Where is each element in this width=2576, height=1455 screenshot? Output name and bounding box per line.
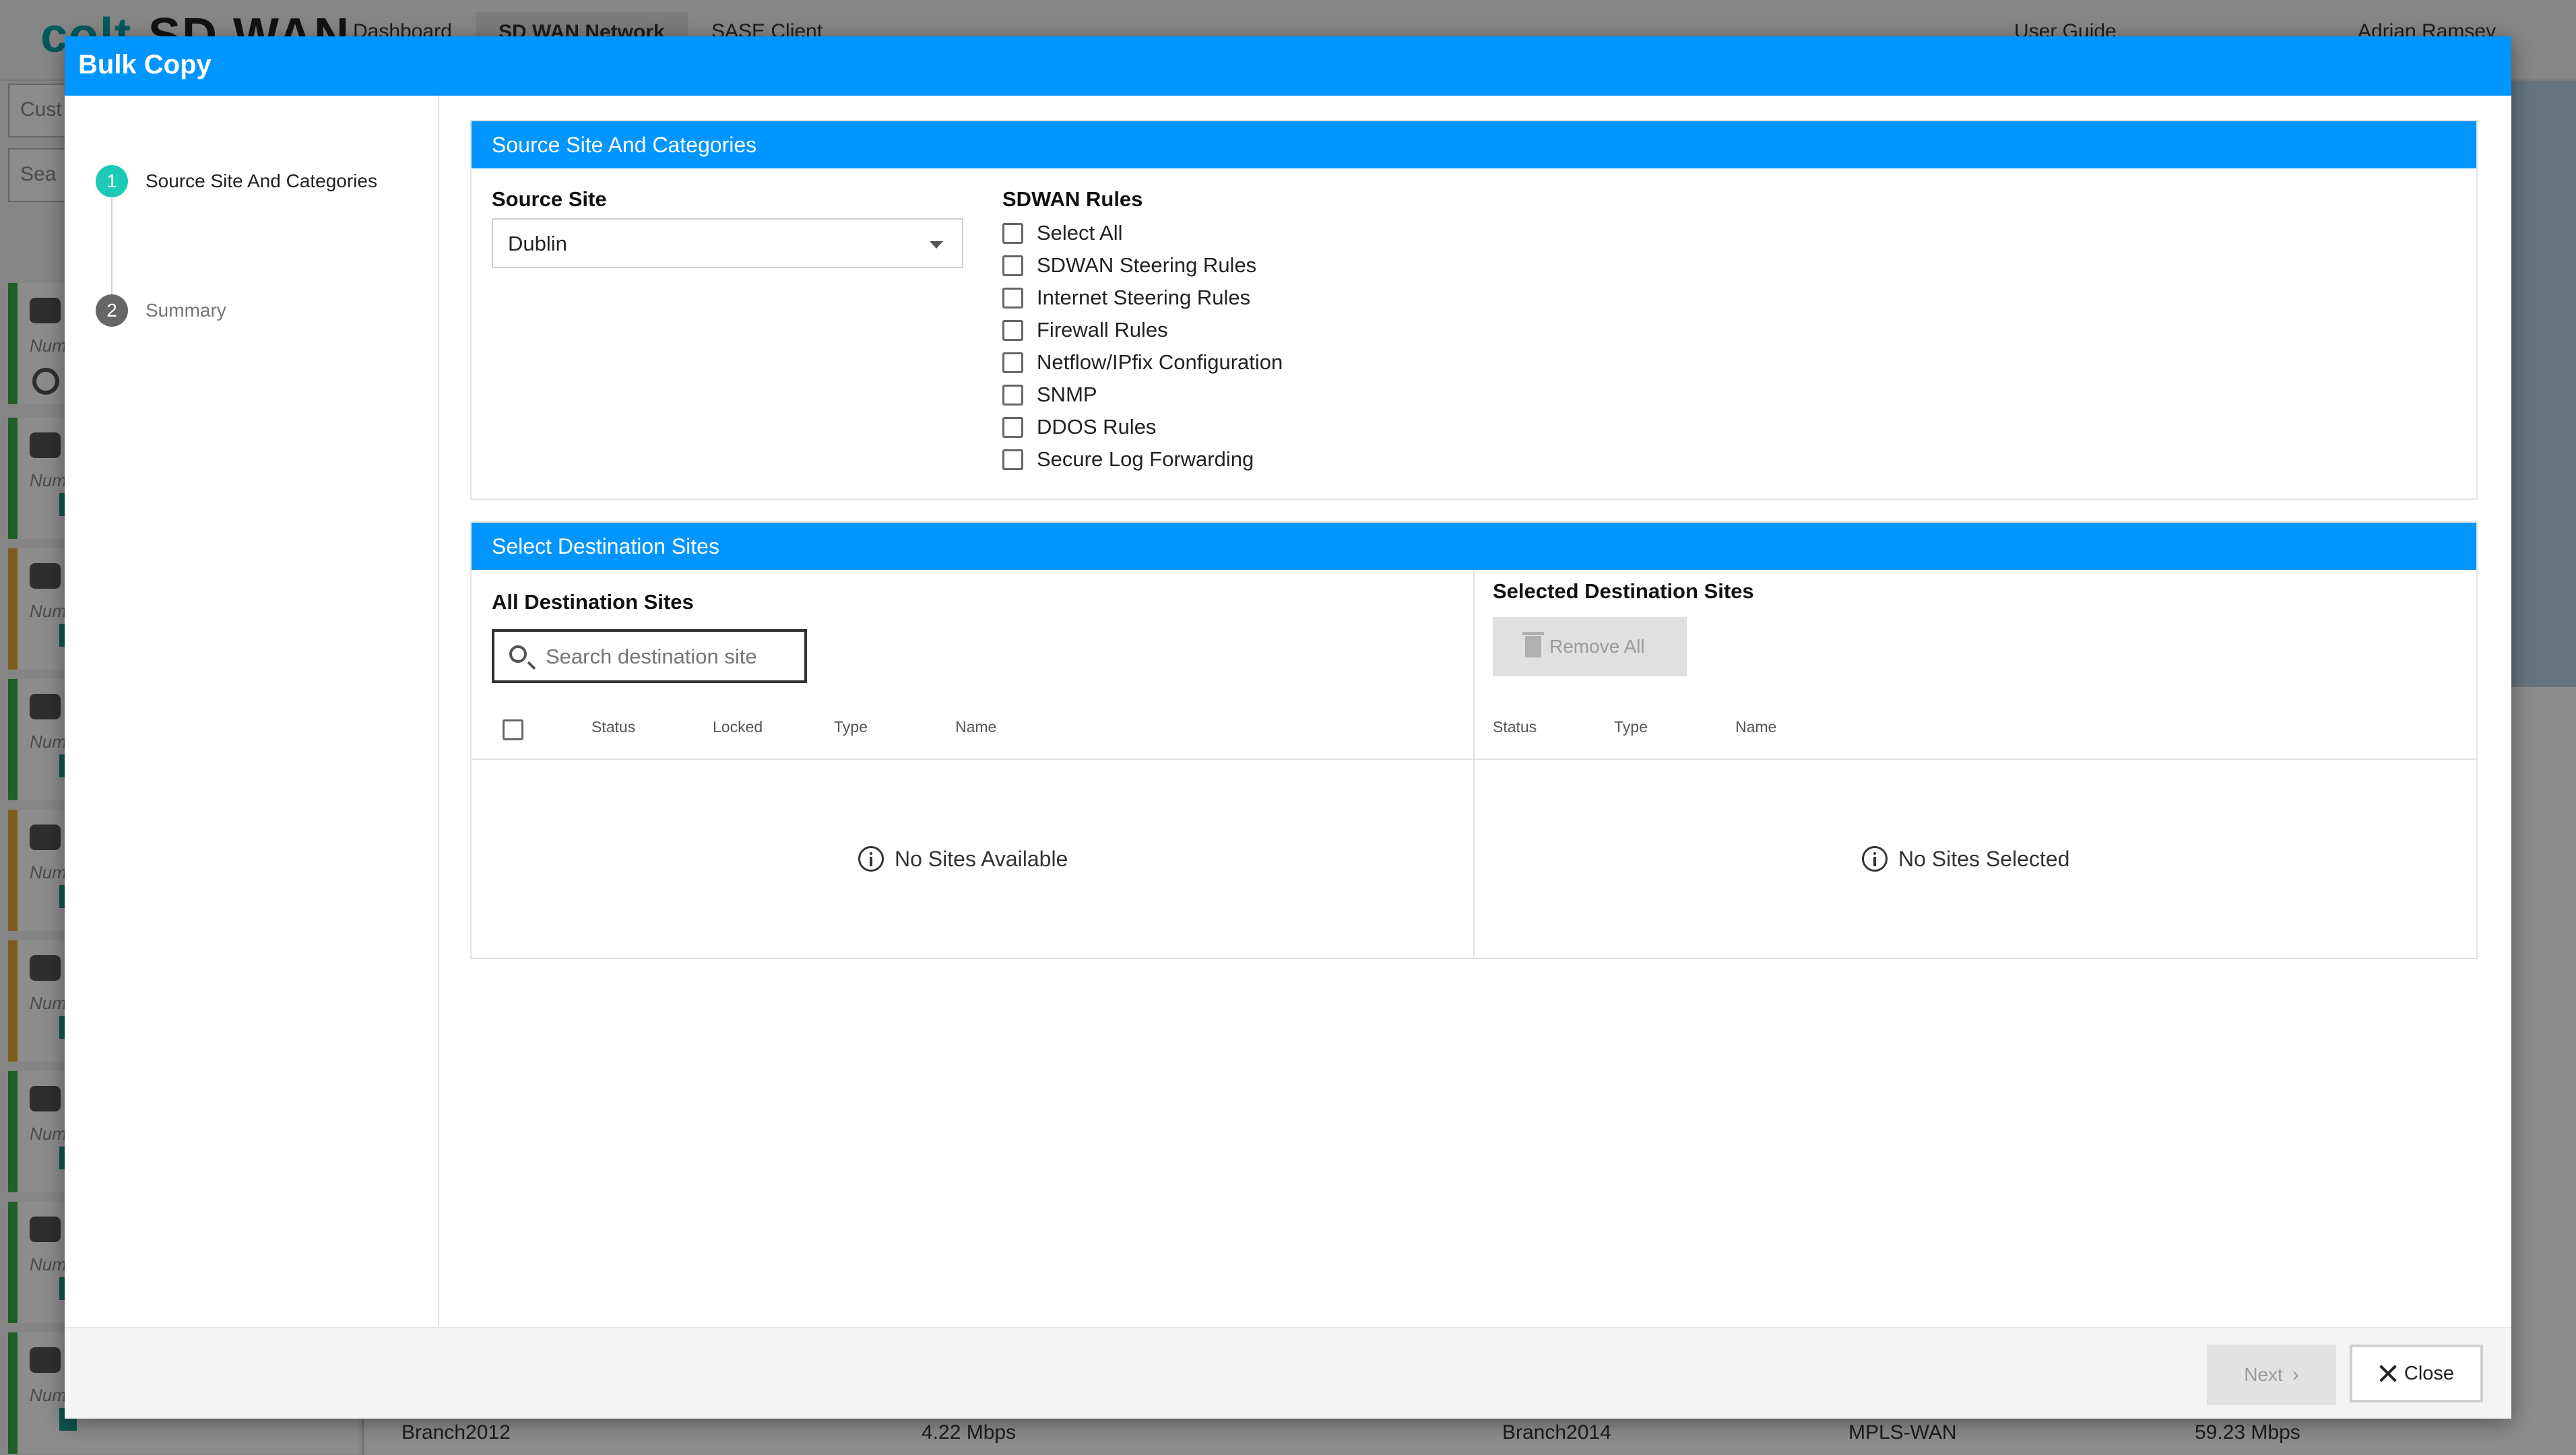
source-site-select[interactable]: Dublin — [492, 218, 963, 268]
rule-checkbox-secure-log[interactable]: Secure Log Forwarding — [1002, 446, 1254, 473]
dialog-footer: Next › Close — [65, 1327, 2511, 1419]
column-header-name[interactable]: Name — [955, 718, 996, 736]
checkbox[interactable] — [1002, 255, 1023, 276]
rule-checkbox-internet-steering[interactable]: Internet Steering Rules — [1002, 284, 1250, 311]
rule-checkbox-firewall[interactable]: Firewall Rules — [1002, 317, 1168, 344]
remove-all-button[interactable]: Remove All — [1493, 617, 1687, 676]
column-header-status[interactable]: Status — [1493, 718, 1537, 736]
checkbox-label: Netflow/IPfix Configuration — [1037, 350, 1283, 374]
next-label: Next — [2244, 1364, 2283, 1385]
close-label: Close — [2404, 1362, 2455, 1384]
checkbox-label: Select All — [1037, 221, 1123, 245]
checkbox-label: Internet Steering Rules — [1037, 286, 1251, 309]
source-site-label: Source Site — [492, 187, 607, 211]
checkbox[interactable] — [1002, 287, 1023, 309]
dialog-title: Bulk Copy — [78, 50, 212, 79]
step-label: Source Site And Categories — [146, 170, 377, 191]
column-header-type[interactable]: Type — [834, 718, 868, 736]
destination-search-input[interactable] — [546, 641, 795, 672]
panel-header: Source Site And Categories — [472, 121, 2476, 168]
checkbox-label: Firewall Rules — [1037, 318, 1168, 342]
panel-header: Select Destination Sites — [472, 523, 2476, 570]
dialog-header: Bulk Copy — [65, 36, 2511, 96]
sdwan-rules-label: SDWAN Rules — [1002, 187, 1143, 211]
column-header-type[interactable]: Type — [1614, 718, 1648, 736]
remove-all-label: Remove All — [1549, 636, 1645, 657]
chevron-right-icon: › — [2292, 1363, 2299, 1386]
dialog-content: Source Site And Categories Source Site D… — [439, 96, 2511, 1327]
column-divider — [1473, 570, 1475, 959]
select-all-sites-checkbox[interactable] — [503, 719, 523, 740]
checkbox[interactable] — [1002, 319, 1023, 341]
source-site-value: Dublin — [508, 232, 567, 255]
checkbox-label: SDWAN Steering Rules — [1037, 253, 1257, 277]
empty-state-selected: No Sites Selected — [1862, 846, 2069, 872]
info-icon — [858, 846, 884, 872]
selected-destination-sites-label: Selected Destination Sites — [1493, 579, 1754, 603]
checkbox-label: SNMP — [1037, 383, 1097, 406]
destination-sites-panel: Select Destination Sites All Destination… — [470, 521, 2478, 959]
step-connector — [111, 198, 112, 299]
close-icon — [2379, 1364, 2397, 1383]
rule-checkbox-snmp[interactable]: SNMP — [1002, 381, 1097, 408]
step-summary[interactable]: 2 Summary — [96, 294, 226, 327]
step-source-site[interactable]: 1 Source Site And Categories — [96, 164, 377, 198]
trash-icon — [1522, 632, 1544, 657]
table-divider — [472, 758, 1473, 760]
chevron-down-icon — [930, 241, 943, 249]
checkbox-label: DDOS Rules — [1037, 415, 1157, 439]
panel-title: Source Site And Categories — [492, 133, 757, 157]
rule-checkbox-ddos[interactable]: DDOS Rules — [1002, 414, 1156, 441]
checkbox[interactable] — [1002, 384, 1023, 406]
table-divider — [1475, 758, 2476, 760]
column-header-name[interactable]: Name — [1735, 718, 1776, 736]
column-header-status[interactable]: Status — [591, 718, 635, 736]
checkbox[interactable] — [1002, 416, 1023, 438]
search-icon — [509, 645, 527, 663]
empty-state-text: No Sites Available — [895, 846, 1068, 871]
panel-title: Select Destination Sites — [492, 534, 719, 558]
empty-state-available: No Sites Available — [858, 846, 1068, 872]
rule-checkbox-select-all[interactable]: Select All — [1002, 220, 1123, 247]
bulk-copy-dialog: Bulk Copy 1 Source Site And Categories 2… — [65, 36, 2511, 1419]
step-number: 1 — [96, 165, 128, 197]
info-icon — [1862, 846, 1888, 872]
all-destination-sites-label: All Destination Sites — [492, 590, 694, 614]
checkbox[interactable] — [1002, 222, 1023, 244]
rule-checkbox-netflow[interactable]: Netflow/IPfix Configuration — [1002, 349, 1283, 376]
wizard-stepper: 1 Source Site And Categories 2 Summary — [65, 96, 439, 1327]
next-button[interactable]: Next › — [2207, 1345, 2336, 1405]
rule-checkbox-sdwan-steering[interactable]: SDWAN Steering Rules — [1002, 252, 1256, 279]
destination-search-field[interactable] — [492, 629, 807, 683]
empty-state-text: No Sites Selected — [1898, 846, 2070, 871]
close-button[interactable]: Close — [2350, 1345, 2483, 1402]
source-site-panel: Source Site And Categories Source Site D… — [470, 120, 2478, 500]
checkbox-label: Secure Log Forwarding — [1037, 447, 1254, 471]
step-number: 2 — [96, 294, 128, 327]
step-label: Summary — [146, 300, 226, 321]
checkbox[interactable] — [1002, 352, 1023, 373]
checkbox[interactable] — [1002, 449, 1023, 470]
column-header-locked[interactable]: Locked — [713, 718, 763, 736]
